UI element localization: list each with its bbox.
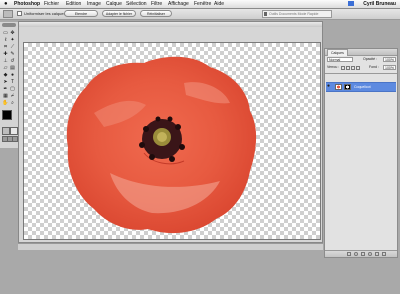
blur-tool-icon[interactable]: ◆ [2, 72, 9, 78]
palette-well[interactable]: Outils Documents Mode Rapide [262, 10, 332, 18]
layers-tab-bar: Calques [325, 49, 397, 56]
pen-tool-icon[interactable]: ✒ [2, 86, 9, 92]
layer-row[interactable]: ● Coquelicot [326, 82, 396, 92]
menu-filtre[interactable]: Filtre [151, 0, 162, 8]
lasso-tool-icon[interactable]: ℓ [2, 37, 9, 43]
fill-label: Fond : [369, 65, 379, 69]
lock-transparency-icon[interactable] [341, 66, 345, 70]
eyedropper-tool-icon[interactable]: ⌿ [9, 93, 16, 99]
eye-icon[interactable]: ● [327, 84, 332, 89]
notes-tool-icon[interactable]: ▦ [2, 93, 9, 99]
apple-icon[interactable]: ● [4, 0, 8, 8]
toolbox-logo [2, 23, 16, 27]
layer-style-icon[interactable] [347, 252, 351, 256]
gradient-tool-icon[interactable]: ▤ [9, 65, 16, 71]
layers-palette: Calques Normal Opacité : 100% Verrou : F… [324, 48, 398, 258]
eraser-tool-icon[interactable]: ▱ [2, 65, 9, 71]
crop-tool-icon[interactable]: ⌗ [2, 44, 9, 50]
slice-tool-icon[interactable]: ⟋ [9, 44, 16, 50]
stamp-tool-icon[interactable]: ⊥ [2, 58, 9, 64]
menu-fichier[interactable]: Fichier [44, 0, 59, 8]
magic-wand-tool-icon[interactable]: ✦ [9, 37, 16, 43]
menu-edition[interactable]: Edition [66, 0, 81, 8]
layer-thumbnail [335, 84, 342, 90]
adjustment-layer-icon[interactable] [368, 252, 372, 256]
menu-bar: ● Photoshop Fichier Edition Image Calque… [0, 0, 400, 9]
trash-icon[interactable] [382, 252, 386, 256]
uniform-layers-label: Uniformiser les calques [24, 11, 66, 16]
dodge-tool-icon[interactable]: ● [9, 72, 16, 78]
extend-button[interactable]: Etendre [64, 10, 98, 17]
new-layer-icon[interactable] [375, 252, 379, 256]
palette-well-icon [264, 12, 267, 16]
lock-all-icon[interactable] [356, 66, 360, 70]
menu-aide[interactable]: Aide [214, 0, 224, 8]
menu-selection[interactable]: Sélection [126, 0, 147, 8]
type-tool-icon[interactable]: T [9, 79, 16, 85]
input-menu-icon[interactable] [348, 1, 354, 6]
menu-calque[interactable]: Calque [106, 0, 122, 8]
poppy-seed-center [157, 132, 167, 142]
tab-layers[interactable]: Calques [327, 49, 348, 56]
fill-field[interactable]: 100% [383, 65, 396, 70]
hand-tool-icon[interactable]: ✋ [2, 100, 9, 106]
opacity-label: Opacité : [363, 57, 378, 61]
toolbox: ▭ ✥ ℓ ✦ ⌗ ⟋ ✚ ✎ ⊥ ↺ ▱ ▤ ◆ ● ➤ T ✒ ▢ ▦ ⌿ … [0, 22, 19, 148]
menu-affichage[interactable]: Affichage [168, 0, 189, 8]
new-group-icon[interactable] [361, 252, 365, 256]
path-selection-tool-icon[interactable]: ➤ [2, 79, 9, 85]
layer-mask-thumbnail[interactable] [344, 84, 351, 90]
brush-tool-icon[interactable]: ✎ [9, 51, 16, 57]
shape-tool-icon[interactable]: ▢ [9, 86, 16, 92]
healing-brush-tool-icon[interactable]: ✚ [2, 51, 9, 57]
document-title-bar[interactable] [19, 22, 322, 27]
lock-label: Verrou : [327, 65, 340, 69]
add-mask-icon[interactable] [354, 252, 358, 256]
foreground-color-swatch[interactable] [2, 110, 12, 120]
status-bar [18, 243, 323, 250]
move-tool-icon[interactable]: ✥ [9, 30, 16, 36]
lock-position-icon[interactable] [351, 66, 355, 70]
blend-mode-select[interactable]: Normal [327, 57, 353, 62]
uniform-layers-checkbox[interactable] [17, 11, 22, 16]
app-menu[interactable]: Photoshop [14, 0, 40, 8]
history-brush-tool-icon[interactable]: ↺ [9, 58, 16, 64]
marquee-tool-icon[interactable]: ▭ [2, 30, 9, 36]
options-bar: Uniformiser les calques Etendre Adapter … [0, 9, 400, 20]
user-name[interactable]: Cyril Bruneau [363, 0, 396, 8]
reset-button[interactable]: Réinitialiser [140, 10, 172, 17]
tool-preset-icon[interactable] [3, 10, 13, 18]
lock-pixels-icon[interactable] [346, 66, 350, 70]
menu-image[interactable]: Image [87, 0, 101, 8]
layers-bottom-bar [325, 250, 397, 257]
poppy-image [66, 56, 257, 234]
fit-file-button[interactable]: Adapter le fichier [102, 10, 136, 17]
zoom-tool-icon[interactable]: ⌕ [9, 100, 16, 106]
standard-mode-icon[interactable] [2, 127, 10, 135]
divider [325, 73, 397, 74]
palette-well-label: Outils Documents Mode Rapide [269, 12, 319, 16]
menu-fenetre[interactable]: Fenêtre [194, 0, 211, 8]
document-canvas[interactable] [23, 42, 321, 240]
quick-mask-icon[interactable] [10, 127, 18, 135]
opacity-field[interactable]: 100% [383, 57, 396, 62]
layer-name: Coquelicot [354, 85, 371, 89]
